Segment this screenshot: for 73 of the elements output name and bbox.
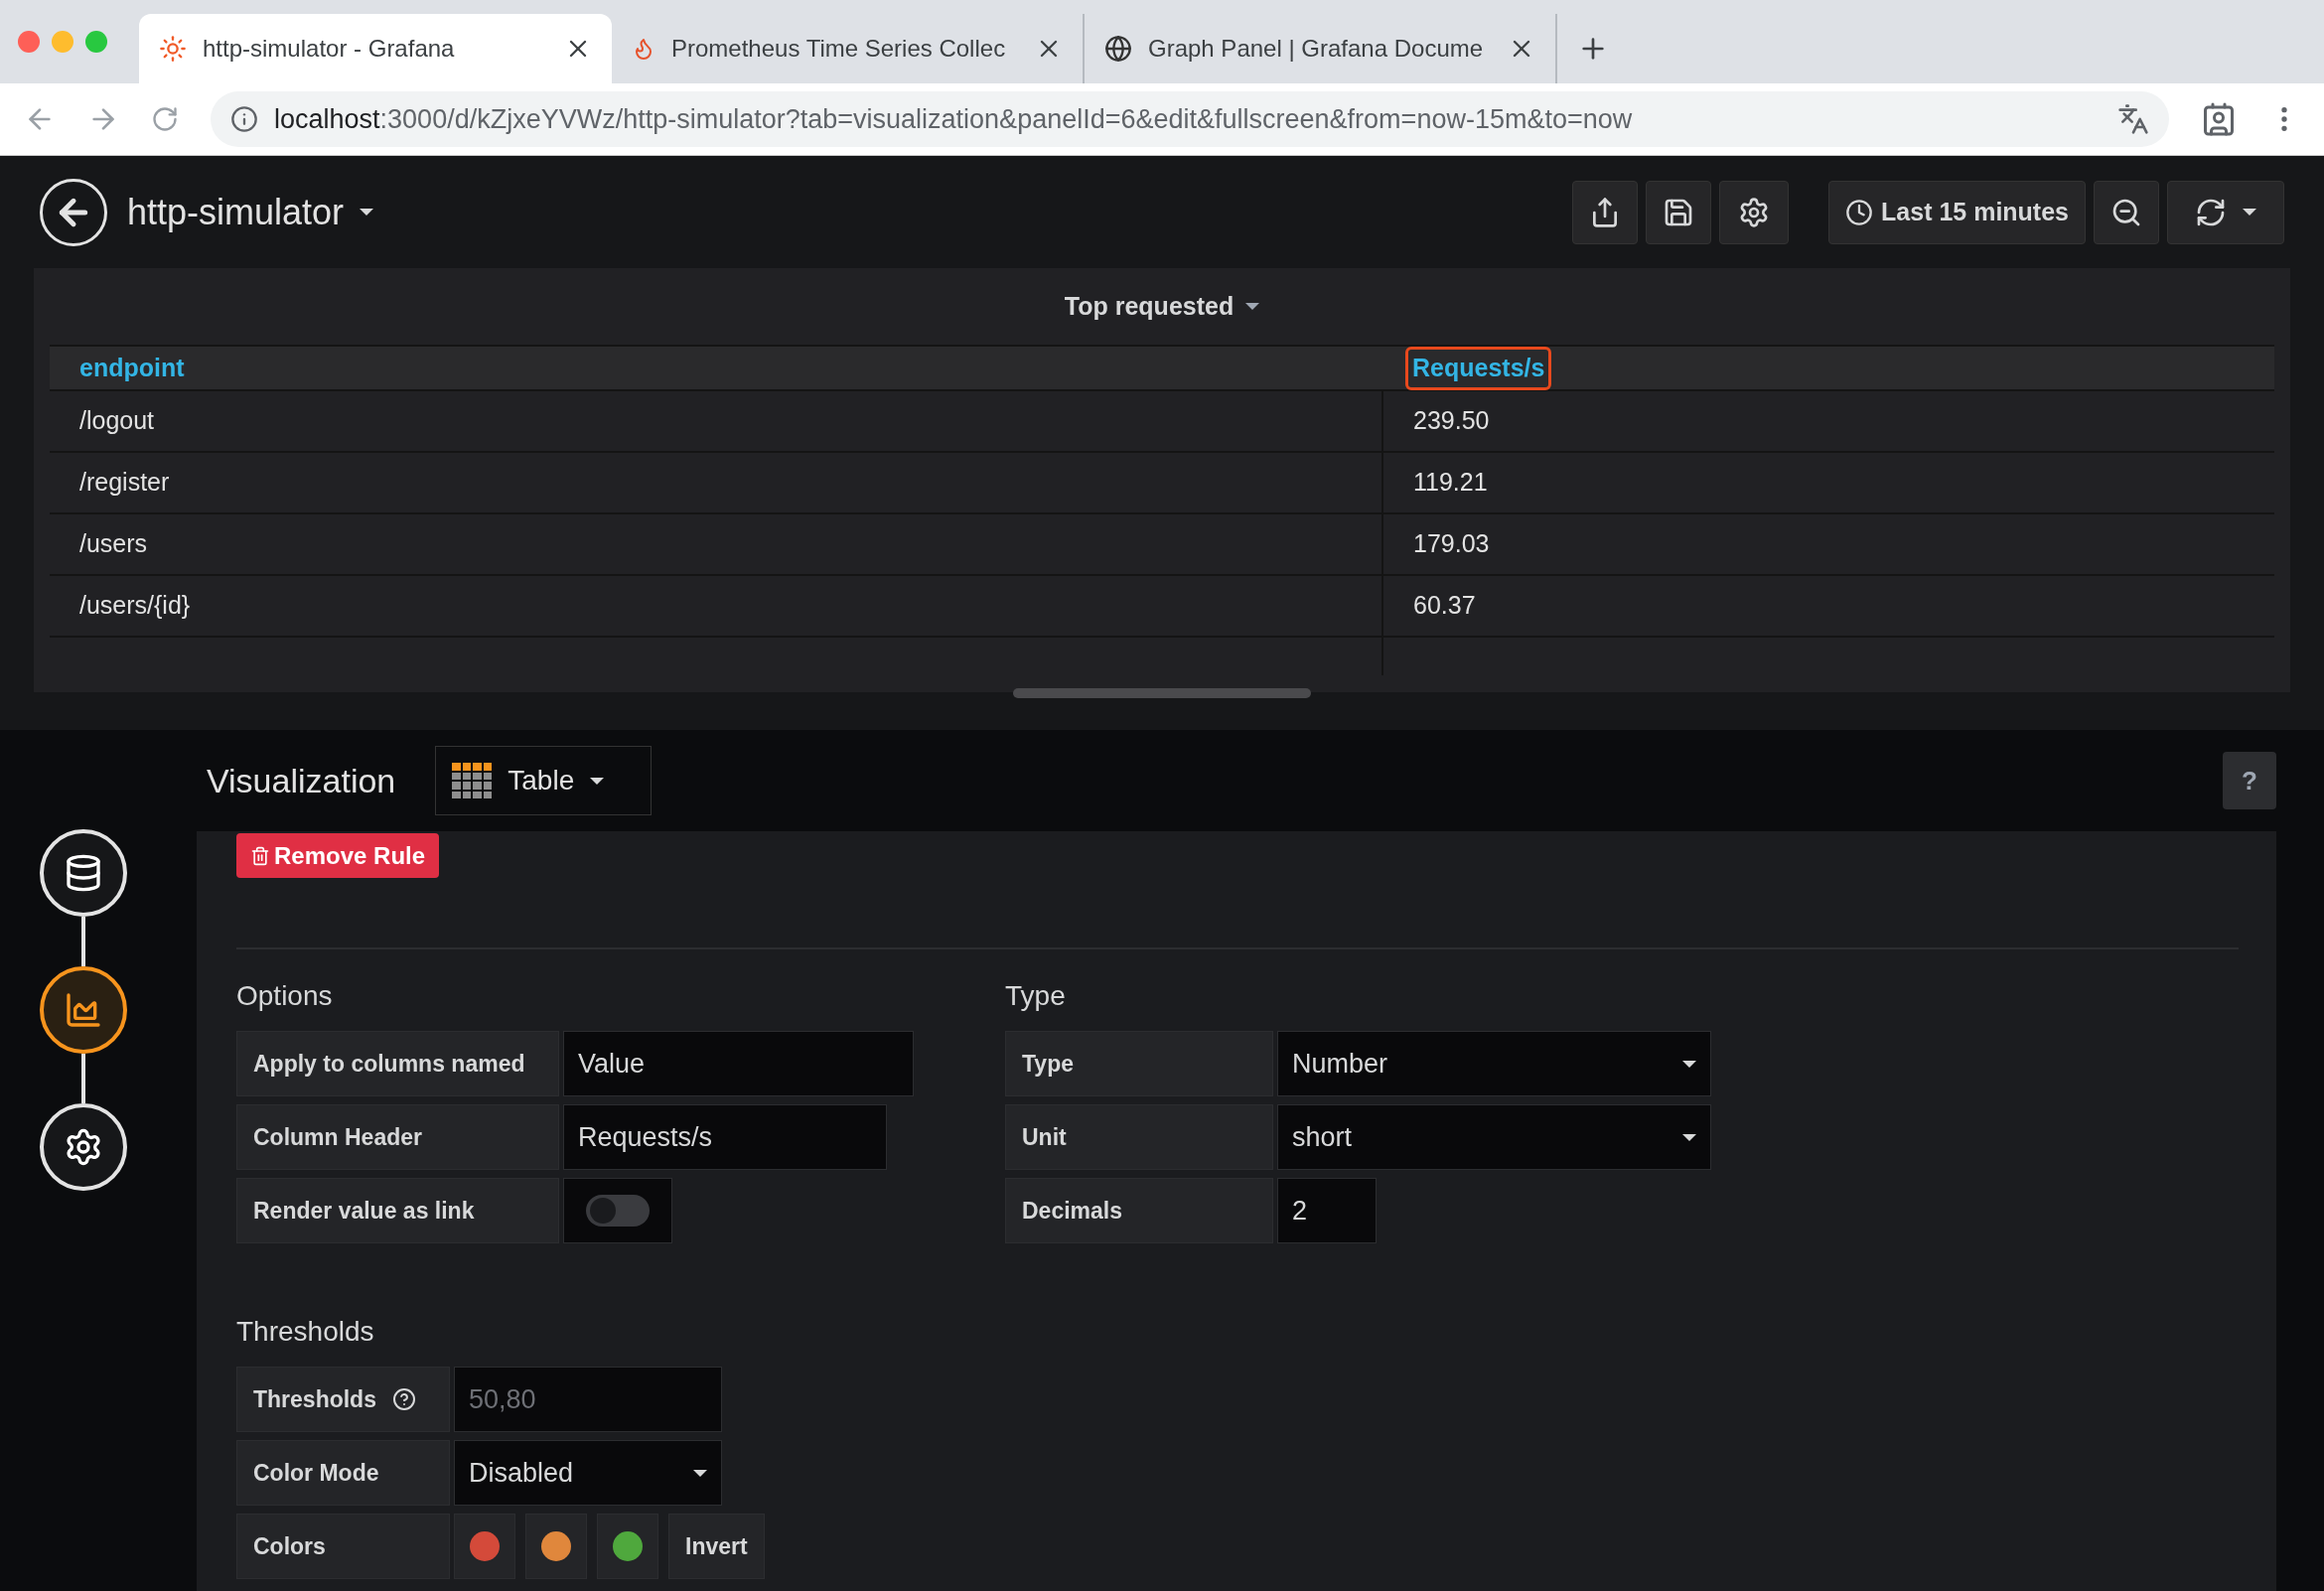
field-label: Column Header: [253, 1122, 422, 1152]
input-field[interactable]: Requests/s: [563, 1104, 887, 1170]
select-field[interactable]: Disabled: [454, 1440, 722, 1506]
field-label: Decimals: [1022, 1196, 1122, 1226]
clock-icon: [1845, 198, 1874, 226]
visualization-type-select[interactable]: Table: [435, 746, 653, 815]
field-label: Render value as link: [253, 1196, 475, 1226]
tab-title: Graph Panel | Grafana Docume: [1148, 34, 1485, 64]
url-text: localhost:3000/d/kZjxeYVWz/http-simulator?tab=visualization&panelId=6&edit&fullscreen&from=now-15m&to=now: [274, 102, 1634, 136]
table-icon: [452, 763, 493, 798]
remove-rule-button[interactable]: Remove Rule: [236, 833, 440, 878]
table-cell-text: 60.37: [1413, 590, 1476, 622]
table-cell-text: 179.03: [1413, 528, 1490, 560]
globe-icon: [1104, 35, 1132, 63]
invert-button[interactable]: Invert: [668, 1514, 765, 1579]
refresh-control[interactable]: [2167, 180, 2284, 244]
color-picker-button[interactable]: [454, 1514, 515, 1579]
dashboard-title[interactable]: http-simulator: [127, 185, 374, 239]
table-cell-text: /register: [79, 467, 170, 499]
tab-title: http-simulator - Grafana: [203, 34, 456, 64]
back-button[interactable]: [40, 178, 107, 246]
field-label: Apply to columns named: [253, 1049, 525, 1079]
caret-icon: [360, 209, 374, 216]
trash-icon: [250, 845, 270, 866]
editor-title: Visualization: [207, 760, 396, 801]
save-button[interactable]: [1646, 180, 1712, 244]
color-picker-button[interactable]: [597, 1514, 658, 1579]
table-cell-text: /users/{id}: [79, 590, 191, 622]
table-cell-text: /logout: [79, 405, 155, 437]
tab-title: Prometheus Time Series Collec: [671, 34, 1007, 64]
caret-icon: [1682, 1060, 1696, 1068]
table-cell-text: 239.50: [1413, 405, 1490, 437]
translate-icon[interactable]: [2117, 103, 2149, 135]
settings-button[interactable]: [1719, 180, 1790, 244]
reload-icon[interactable]: [151, 105, 179, 133]
browser-tab[interactable]: http-simulator - Grafana: [139, 14, 612, 83]
caret-icon: [1245, 303, 1260, 310]
input-field[interactable]: 2: [1277, 1178, 1377, 1243]
table-cell-text: /users: [79, 528, 148, 560]
profile-icon[interactable]: [2201, 101, 2237, 137]
toggle-switch[interactable]: [586, 1195, 650, 1227]
select-field[interactable]: Number: [1277, 1031, 1711, 1096]
section-heading: Type: [1005, 979, 1067, 1013]
caret-icon: [590, 777, 605, 785]
share-button[interactable]: [1572, 180, 1639, 244]
resize-handle[interactable]: [1013, 688, 1311, 698]
color-picker-button[interactable]: [525, 1514, 587, 1579]
database-icon: [64, 853, 103, 893]
field-label: Color Mode: [253, 1458, 379, 1488]
address-bar[interactable]: localhost:3000/d/kZjxeYVWz/http-simulator?tab=visualization&panelId=6&edit&fullscreen&from=now-15m&to=now: [211, 91, 2169, 147]
help-button[interactable]: ?: [2223, 752, 2276, 809]
section-heading: Thresholds: [236, 1315, 375, 1349]
panel-title[interactable]: Top requested: [1064, 287, 1260, 326]
input-field[interactable]: 50,80: [454, 1367, 722, 1432]
column-header[interactable]: Requests/s: [1405, 347, 1552, 390]
section-heading: Options: [236, 979, 334, 1013]
settings-icon: [64, 1127, 103, 1167]
field-label: Type: [1022, 1049, 1074, 1079]
caret-icon: [693, 1469, 707, 1477]
zoom-out-button[interactable]: [2094, 180, 2159, 244]
select-field[interactable]: short: [1277, 1104, 1711, 1170]
table-cell-text: 119.21: [1413, 467, 1488, 499]
field-label: Unit: [1022, 1122, 1067, 1152]
field-label: Colors: [253, 1531, 326, 1561]
column-header[interactable]: endpoint: [79, 350, 185, 387]
help-icon[interactable]: [391, 1387, 416, 1411]
field-label: Thresholds: [253, 1384, 376, 1414]
caret-icon: [1682, 1133, 1696, 1141]
sun-icon: [159, 35, 187, 63]
input-field[interactable]: Value: [563, 1031, 914, 1096]
info-icon: [230, 105, 258, 133]
caret-icon: [2243, 209, 2256, 216]
time-range-button[interactable]: Last 15 minutes: [1828, 180, 2086, 244]
